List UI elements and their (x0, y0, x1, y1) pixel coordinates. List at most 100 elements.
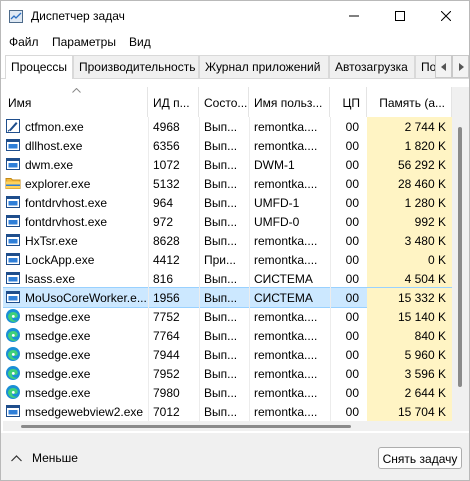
cell-cpu: 00 (345, 120, 359, 134)
column-divider (199, 117, 200, 421)
cell-cpu: 00 (345, 348, 359, 362)
cell-user: DWM-1 (254, 158, 295, 172)
table-row[interactable]: dllhost.exe 6356 Вып... remontka.... 00 1 820… (3, 136, 452, 155)
table-row[interactable]: dwm.exe 1072 Вып... DWM-1 00 56 292 K (3, 155, 452, 174)
cell-status: Вып... (204, 329, 238, 343)
task-manager-window: Диспетчер задач Файл Параметры Вид Проце… (0, 0, 470, 481)
cell-user: remontka.... (254, 348, 318, 362)
table-row[interactable]: msedge.exe 7952 Вып... remontka.... 00 3 596 … (3, 364, 452, 383)
column-header-name[interactable]: Имя (3, 87, 148, 117)
cell-name: msedge.exe (25, 386, 91, 400)
close-button[interactable] (423, 1, 469, 31)
tab-label: Автозагрузка (335, 60, 408, 74)
cell-memory: 992 K (367, 212, 452, 231)
cell-status: Вып... (204, 405, 238, 419)
fewer-details-button[interactable]: Меньше (11, 449, 78, 467)
cell-cpu: 00 (345, 310, 359, 324)
tab-scroll-left-button[interactable] (435, 55, 452, 78)
column-header-cpu[interactable]: ЦП (330, 87, 367, 117)
cell-pid: 7952 (153, 367, 180, 381)
table-row[interactable]: LockApp.exe 4412 При... remontka.... 00 0 K (3, 250, 452, 269)
cell-cpu: 00 (345, 405, 359, 419)
cell-status: Вып... (204, 367, 238, 381)
cell-status: Вып... (204, 291, 238, 305)
cell-name: dllhost.exe (25, 139, 83, 153)
cell-user: remontka.... (254, 386, 318, 400)
column-header-label: Имя польз... (254, 96, 323, 110)
tab-processes[interactable]: Процессы (5, 55, 73, 79)
column-divider (148, 117, 149, 421)
scrollbar-corner (452, 421, 469, 431)
cell-name: msedge.exe (25, 367, 91, 381)
end-task-button[interactable]: Снять задачу (378, 447, 462, 469)
cell-memory: 15 332 K (367, 288, 452, 307)
tab-strip: Процессы Производительность Журнал прило… (1, 55, 469, 79)
table-row[interactable]: explorer.exe 5132 Вып... remontka.... 00 28 4… (3, 174, 452, 193)
menu-options[interactable]: Параметры (52, 35, 116, 49)
cell-user: СИСТЕМА (254, 272, 313, 286)
vertical-scrollbar[interactable] (452, 87, 469, 421)
fewer-details-label: Меньше (32, 451, 78, 465)
cell-name: fontdrvhost.exe (25, 215, 108, 229)
table-header: Имя ИД п... Состо... Имя польз... ЦП Пам… (3, 87, 452, 117)
cell-cpu: 00 (345, 386, 359, 400)
cell-memory: 2 744 K (367, 117, 452, 136)
cell-memory: 28 460 K (367, 174, 452, 193)
table-row[interactable]: msedgewebview2.exe 7012 Вып... remontka....… (3, 402, 452, 421)
menu-bar: Файл Параметры Вид (1, 31, 469, 53)
cell-user: UMFD-1 (254, 196, 300, 210)
table-row[interactable]: msedge.exe 7980 Вып... remontka.... 00 2 644 … (3, 383, 452, 402)
table-row[interactable]: fontdrvhost.exe 972 Вып... UMFD-0 00 992 K (3, 212, 452, 231)
cell-memory: 2 644 K (367, 383, 452, 402)
cell-pid: 816 (153, 272, 174, 286)
cell-pid: 4412 (153, 253, 180, 267)
column-header-status[interactable]: Состо... (199, 87, 249, 117)
cell-user: remontka.... (254, 234, 318, 248)
column-header-memory[interactable]: Память (а... (367, 87, 452, 117)
cell-status: Вып... (204, 177, 238, 191)
cell-name: lsass.exe (25, 272, 76, 286)
cell-pid: 1956 (153, 291, 180, 305)
tab-scroll-right-button[interactable] (452, 55, 469, 78)
vertical-scrollbar-thumb[interactable] (458, 127, 462, 387)
table-row[interactable]: msedge.exe 7944 Вып... remontka.... 00 5 960 … (3, 345, 452, 364)
cell-memory: 1 820 K (367, 136, 452, 155)
maximize-icon (395, 11, 405, 21)
table-row[interactable]: fontdrvhost.exe 964 Вып... UMFD-1 00 1 280 K (3, 193, 452, 212)
chevron-left-icon (440, 62, 446, 71)
cell-status: Вып... (204, 120, 238, 134)
tab-app-history[interactable]: Журнал приложений (199, 55, 329, 78)
cell-name: msedge.exe (25, 310, 91, 324)
table-row[interactable]: lsass.exe 816 Вып... СИСТЕМА 00 4 504 K (3, 269, 452, 288)
table-row[interactable]: msedge.exe 7764 Вып... remontka.... 00 840 K (3, 326, 452, 345)
tab-startup[interactable]: Автозагрузка (329, 55, 415, 78)
cell-memory: 3 596 K (367, 364, 452, 383)
cell-name: HxTsr.exe (25, 234, 78, 248)
tab-users[interactable]: По (415, 55, 437, 78)
cell-memory: 3 480 K (367, 231, 452, 250)
table-row[interactable]: MoUsoCoreWorker.e... 1956 Вып... СИСТЕМА 00 1… (3, 287, 452, 308)
cell-name: dwm.exe (25, 158, 74, 172)
tab-performance[interactable]: Производительность (73, 55, 199, 78)
menu-file[interactable]: Файл (9, 35, 39, 49)
task-manager-app-icon (9, 10, 23, 23)
cell-cpu: 00 (345, 329, 359, 343)
horizontal-scrollbar[interactable] (3, 421, 452, 431)
column-header-pid[interactable]: ИД п... (148, 87, 199, 117)
menu-view[interactable]: Вид (129, 35, 151, 49)
title-bar[interactable]: Диспетчер задач (1, 1, 469, 31)
cell-pid: 7980 (153, 386, 180, 400)
maximize-button[interactable] (377, 1, 423, 31)
table-row[interactable]: msedge.exe 7752 Вып... remontka.... 00 15 140… (3, 307, 452, 326)
cell-status: Вып... (204, 158, 238, 172)
cell-name: ctfmon.exe (25, 120, 84, 134)
table-row[interactable]: ctfmon.exe 4968 Вып... remontka.... 00 2 744 … (3, 117, 452, 136)
horizontal-scrollbar-thumb[interactable] (21, 425, 351, 428)
cell-status: Вып... (204, 215, 238, 229)
column-header-user[interactable]: Имя польз... (249, 87, 330, 117)
cell-user: remontka.... (254, 310, 318, 324)
minimize-button[interactable] (331, 1, 377, 31)
cell-cpu: 00 (345, 291, 359, 305)
process-table: Имя ИД п... Состо... Имя польз... ЦП Пам… (3, 87, 452, 421)
table-row[interactable]: HxTsr.exe 8628 Вып... remontka.... 00 3 480 K (3, 231, 452, 250)
